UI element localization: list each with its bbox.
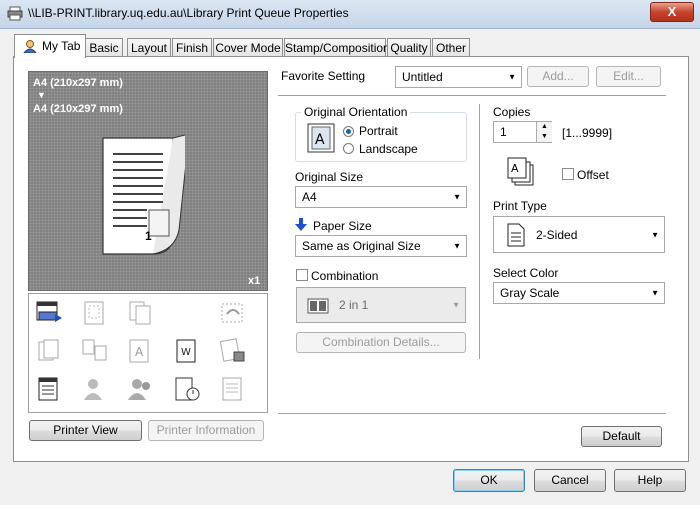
select-color-select[interactable]: Gray Scale ▼ [493, 282, 665, 304]
svg-text:A: A [315, 132, 325, 148]
tab-my-tab[interactable]: My Tab [14, 34, 86, 58]
orientation-label: Original Orientation [301, 105, 411, 119]
default-button[interactable]: Default [581, 426, 662, 447]
offset-stack-icon: A [507, 157, 534, 186]
print-type-label: Print Type [493, 199, 547, 213]
ok-button[interactable]: OK [453, 469, 525, 492]
portrait-radio[interactable] [343, 126, 354, 137]
paper-size-select[interactable]: Same as Original Size ▼ [295, 235, 467, 257]
original-size-select[interactable]: A4 ▼ [295, 186, 467, 208]
select-color-label: Select Color [493, 266, 559, 280]
chevron-down-icon: ▼ [453, 241, 461, 251]
tab-basic[interactable]: Basic [85, 38, 123, 57]
favorite-setting-label: Favorite Setting [281, 69, 366, 83]
original-size-label: Original Size [295, 170, 364, 184]
printer-information-button[interactable]: Printer Information [148, 420, 264, 441]
chevron-down-icon: ▼ [452, 300, 460, 310]
printer-view-button[interactable]: Printer View [29, 420, 142, 441]
feature-icon-panel: A W [28, 293, 268, 413]
offset-label: Offset [577, 168, 609, 182]
rotate-pages-icon [221, 303, 243, 323]
svg-text:A: A [511, 162, 519, 175]
close-button[interactable]: X [650, 2, 694, 22]
tab-quality[interactable]: Quality [387, 38, 431, 57]
portrait-orientation-icon: A [307, 123, 335, 153]
add-favorite-button[interactable]: Add... [527, 66, 589, 87]
copies-label: Copies [493, 105, 531, 119]
down-arrow-icon: ▼ [37, 90, 46, 100]
portrait-label: Portrait [359, 124, 398, 138]
account-track-icon [128, 379, 150, 400]
booklet-pages-icon [38, 339, 59, 361]
tab-stamp-composition[interactable]: Stamp/Composition [284, 38, 390, 57]
combination-pages-icon [82, 339, 107, 361]
blue-down-arrow-icon [295, 218, 307, 231]
offset-checkbox[interactable] [562, 168, 574, 180]
two-in-one-icon [307, 298, 329, 314]
combination-checkbox[interactable] [296, 269, 308, 281]
copies-range: [1...9999] [562, 126, 613, 140]
divider [278, 95, 666, 96]
landscape-label: Landscape [359, 142, 418, 156]
print-to-printer-icon[interactable] [35, 300, 63, 326]
document-preview-icon [102, 134, 185, 255]
font-a-icon: A [129, 339, 149, 363]
combination-label: Combination [311, 269, 379, 283]
person-icon [23, 40, 37, 53]
copies-value: 1 [500, 125, 507, 139]
tab-finish[interactable]: Finish [172, 38, 212, 57]
favorite-setting-value: Untitled [402, 70, 443, 84]
tab-label: My Tab [42, 39, 81, 53]
chevron-down-icon: ▼ [453, 192, 461, 202]
chevron-down-icon: ▼ [651, 230, 659, 239]
edit-favorite-button[interactable]: Edit... [596, 66, 661, 87]
document-lines-icon [38, 377, 58, 401]
tab-layout[interactable]: Layout [127, 38, 171, 57]
landscape-radio[interactable] [343, 143, 354, 154]
divider [479, 104, 480, 359]
print-type-select[interactable]: 2-Sided ▼ [493, 216, 665, 253]
copies-down-button[interactable]: ▼ [536, 132, 552, 142]
text-page-icon [222, 377, 242, 401]
scheduled-print-icon [175, 377, 200, 401]
poster-mode-icon [84, 301, 104, 325]
watermark-page-icon: W [176, 339, 196, 363]
chevron-down-icon: ▼ [508, 72, 516, 82]
paper-size-caption: A4 (210x297 mm) [33, 103, 123, 115]
help-button[interactable]: Help [614, 469, 686, 492]
cancel-button[interactable]: Cancel [534, 469, 606, 492]
original-size-value: A4 [302, 190, 317, 204]
svg-text:A: A [135, 345, 144, 359]
divider [278, 413, 666, 414]
window-title: \\LIB-PRINT.library.uq.edu.au\Library Pr… [28, 6, 349, 20]
combination-value: 2 in 1 [339, 298, 369, 312]
print-type-value: 2-Sided [536, 228, 578, 242]
tab-cover-mode[interactable]: Cover Mode [213, 38, 283, 57]
combination-details-button[interactable]: Combination Details... [296, 332, 466, 353]
two-sided-page-icon [507, 223, 525, 247]
printer-icon [7, 6, 23, 21]
chevron-down-icon: ▼ [651, 288, 659, 298]
tab-other[interactable]: Other [432, 38, 470, 57]
paper-size-label: Paper Size [313, 219, 372, 233]
page-number: 1 [145, 229, 152, 243]
title-bar: \\LIB-PRINT.library.uq.edu.au\Library Pr… [0, 0, 700, 29]
svg-text:W: W [181, 347, 191, 358]
original-size-caption: A4 (210x297 mm) [33, 77, 123, 89]
favorite-setting-select[interactable]: Untitled ▼ [395, 66, 522, 88]
user-auth-icon [84, 379, 102, 400]
secure-print-lock-icon [219, 338, 245, 362]
copies-badge: x1 [248, 275, 261, 287]
paper-size-value: Same as Original Size [302, 239, 421, 253]
select-color-value: Gray Scale [500, 286, 560, 300]
combination-select[interactable]: 2 in 1 ▼ [296, 287, 466, 323]
print-preview: A4 (210x297 mm) ▼ A4 (210x297 mm) 1 x1 [28, 71, 268, 291]
copy-pages-icon [129, 301, 151, 325]
